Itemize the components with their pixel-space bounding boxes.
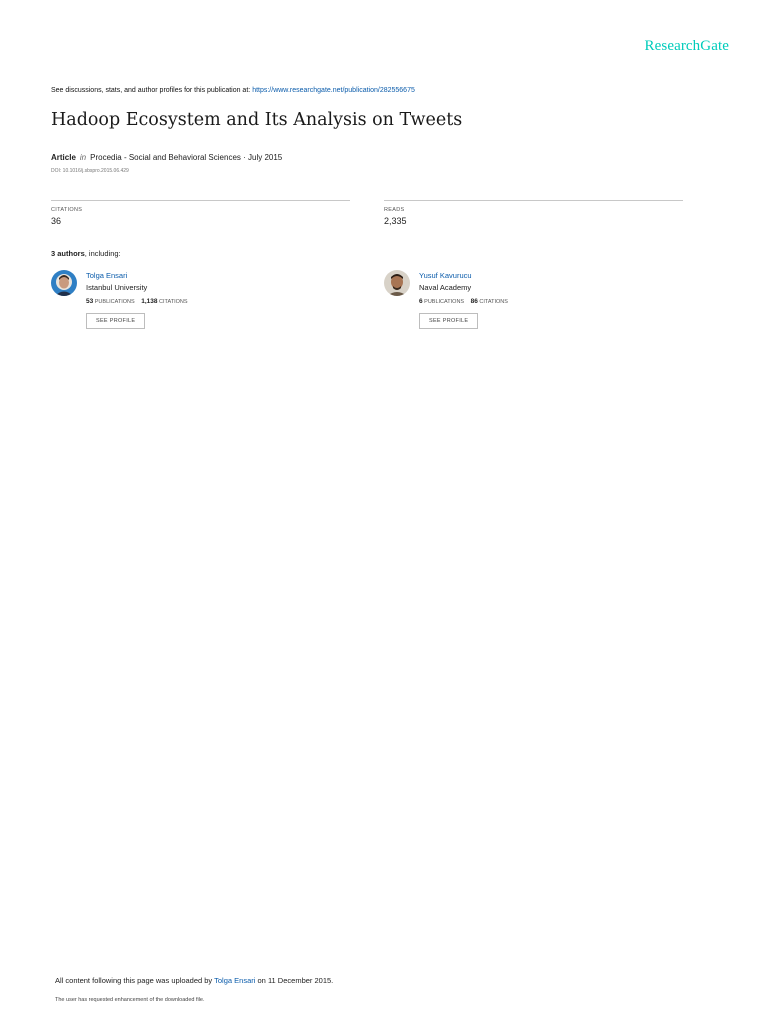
author-info: Yusuf Kavurucu Naval Academy 6 PUBLICATI…	[419, 270, 508, 329]
uploaded-by-line: All content following this page was uplo…	[55, 976, 333, 985]
citations-count: 1,138	[141, 298, 158, 305]
publication-type: Article	[51, 153, 76, 162]
see-profile-button[interactable]: SEE PROFILE	[419, 313, 479, 329]
researchgate-logo[interactable]: ResearchGate	[645, 38, 729, 55]
person-photo-icon[interactable]	[51, 270, 77, 296]
citations-label: CITATIONS	[51, 207, 83, 213]
reads-label: READS	[384, 207, 405, 213]
author-stats: 53 PUBLICATIONS 1,138 CITATIONS	[86, 296, 188, 308]
publication-doi: DOI: 10.1016/j.sbspro.2015.06.429	[51, 168, 129, 174]
author-card: Yusuf Kavurucu Naval Academy 6 PUBLICATI…	[384, 270, 684, 334]
citations-count: 86	[470, 298, 478, 305]
intro-prefix: See discussions, stats, and author profi…	[51, 87, 251, 94]
reads-value: 2,335	[384, 216, 407, 226]
reads-stat: READS 2,335	[384, 200, 683, 226]
publication-title: Hadoop Ecosystem and Its Analysis on Twe…	[51, 110, 463, 130]
see-profile-button[interactable]: SEE PROFILE	[86, 313, 146, 329]
author-stats: 6 PUBLICATIONS 86 CITATIONS	[419, 296, 508, 308]
author-institution: Istanbul University	[86, 283, 148, 292]
citations-value: 36	[51, 216, 62, 226]
author-name-link[interactable]: Yusuf Kavurucu	[419, 270, 508, 281]
publication-venue: Procedia - Social and Behavioral Science…	[90, 153, 283, 162]
publications-label: PUBLICATIONS	[424, 299, 465, 305]
uploaded-prefix: All content following this page was uplo…	[55, 976, 213, 985]
publications-label: PUBLICATIONS	[94, 299, 135, 305]
authors-heading-rest: , including:	[84, 249, 121, 258]
enhancement-note: The user has requested enhancement of th…	[55, 997, 205, 1003]
in-word: in	[79, 153, 87, 162]
uploaded-suffix: on 11 December 2015.	[257, 976, 334, 985]
intro-line: See discussions, stats, and author profi…	[51, 87, 415, 94]
publications-count: 6	[419, 298, 423, 305]
author-institution: Naval Academy	[419, 283, 472, 292]
author-info: Tolga Ensari Istanbul University 53 PUBL…	[86, 270, 188, 329]
citations-label: CITATIONS	[159, 299, 188, 305]
authors-count: 3 authors	[51, 249, 85, 258]
authors-heading: 3 authors, including:	[51, 249, 121, 258]
person-photo-icon[interactable]	[384, 270, 410, 296]
citations-stat: CITATIONS 36	[51, 200, 350, 226]
publication-url-link[interactable]: https://www.researchgate.net/publication…	[252, 87, 415, 94]
uploader-link[interactable]: Tolga Ensari	[214, 976, 255, 985]
citations-label: CITATIONS	[479, 299, 508, 305]
publication-meta: Article in Procedia - Social and Behaviora…	[51, 153, 282, 162]
author-name-link[interactable]: Tolga Ensari	[86, 270, 188, 281]
publications-count: 53	[86, 298, 94, 305]
author-card: Tolga Ensari Istanbul University 53 PUBL…	[51, 270, 351, 334]
